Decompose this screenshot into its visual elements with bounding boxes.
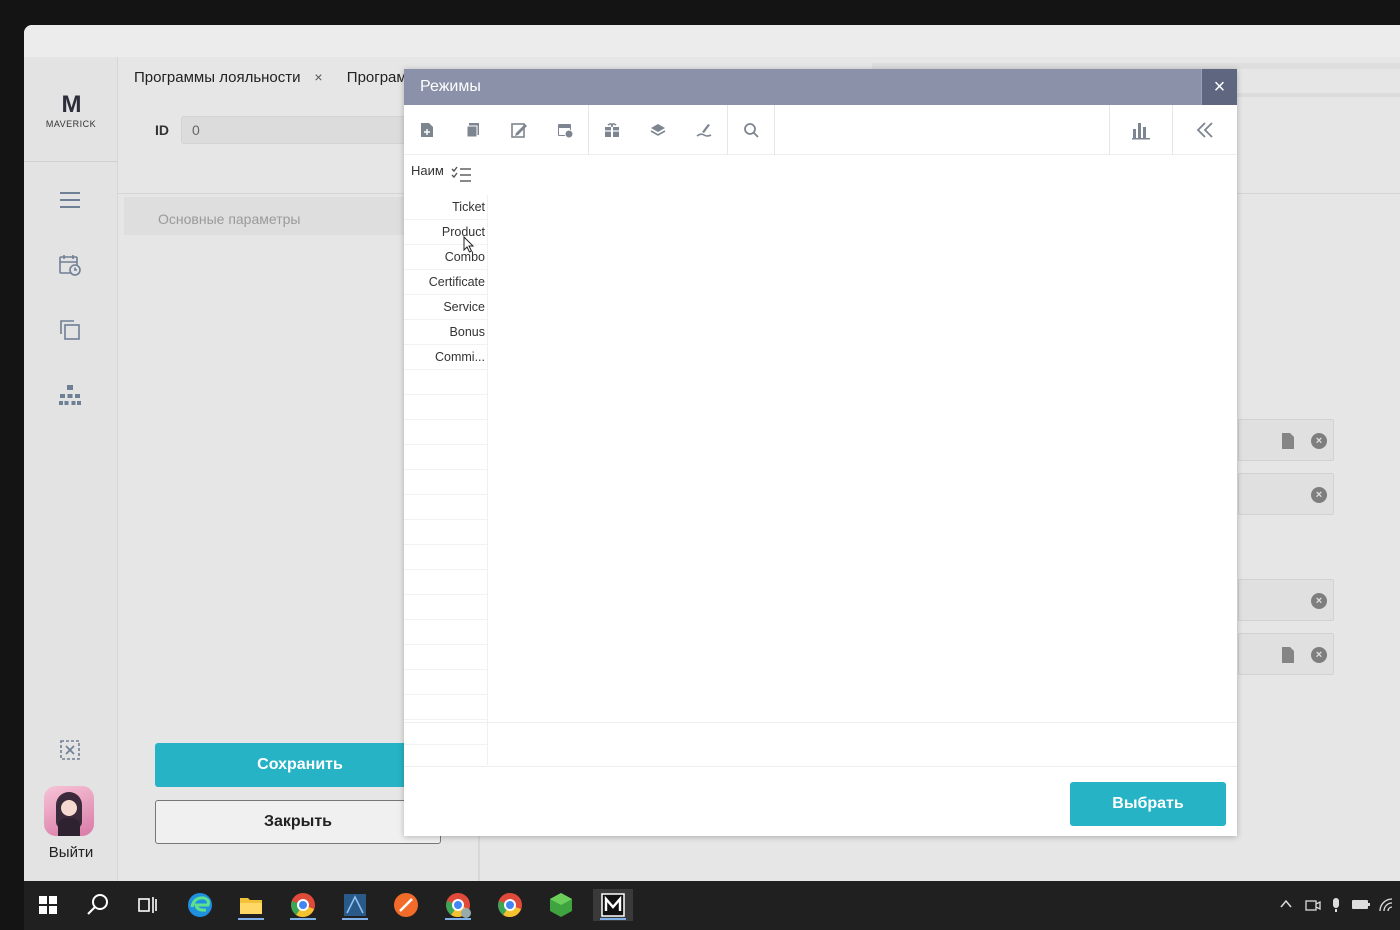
empty-row [404, 370, 487, 395]
empty-row [404, 695, 487, 720]
avatar[interactable] [44, 786, 94, 836]
calendar-settings-icon[interactable] [556, 121, 574, 139]
microphone-icon[interactable] [1329, 897, 1343, 915]
document-icon[interactable] [1281, 646, 1295, 664]
logout-button[interactable]: Выйти [34, 844, 108, 861]
document-icon[interactable] [1281, 432, 1295, 450]
save-button[interactable]: Сохранить [155, 743, 445, 787]
list-item[interactable]: Ticket [404, 195, 487, 220]
divider [1109, 105, 1110, 155]
field-row[interactable]: × [1238, 473, 1334, 515]
search-icon[interactable] [82, 889, 114, 921]
dialog-toolbar [404, 105, 1237, 155]
app-orange-icon[interactable] [390, 889, 422, 921]
empty-row [404, 495, 487, 520]
copy-icon[interactable] [464, 121, 482, 139]
wifi-icon[interactable] [1378, 897, 1394, 915]
maverick-app-icon[interactable] [593, 889, 633, 921]
calendar-clock-icon[interactable] [57, 252, 83, 278]
grid-footer [404, 722, 1237, 767]
app-blueprint-icon[interactable] [339, 889, 371, 921]
empty-row [404, 570, 487, 595]
logo-mark: M [61, 91, 82, 118]
windows-start-icon[interactable] [32, 889, 64, 921]
name-column: Ticket Product Combo Certificate Service… [404, 195, 488, 765]
divider [24, 161, 118, 162]
list-item[interactable]: Certificate [404, 270, 487, 295]
collapse-icon[interactable] [1195, 120, 1215, 140]
bar-chart-icon[interactable] [1130, 119, 1152, 141]
add-icon[interactable] [418, 121, 436, 139]
logo-text: MAVERICK [45, 119, 97, 129]
empty-row [404, 670, 487, 695]
close-icon[interactable]: × [1311, 433, 1327, 449]
empty-row [404, 620, 487, 645]
file-explorer-icon[interactable] [235, 889, 267, 921]
taskbar [24, 881, 1400, 930]
tab-label: Программы лояльности [134, 69, 301, 86]
chrome-profile-icon[interactable] [442, 889, 474, 921]
close-icon[interactable]: × [311, 69, 322, 85]
chrome-icon[interactable] [494, 889, 526, 921]
empty-row [404, 545, 487, 570]
logo: M MAVERICK [34, 91, 108, 130]
empty-row [404, 395, 487, 420]
dialog-title: Режимы [420, 78, 481, 95]
empty-row [404, 420, 487, 445]
app-cube-icon[interactable] [545, 889, 577, 921]
close-icon[interactable]: × [1201, 69, 1237, 105]
mouse-cursor-icon [463, 235, 475, 254]
hierarchy-icon[interactable] [57, 382, 83, 408]
empty-row [404, 445, 487, 470]
divider [1172, 105, 1173, 155]
divider [727, 105, 728, 155]
empty-row [404, 520, 487, 545]
section-main-params[interactable]: Основные параметры [124, 197, 444, 235]
edge-icon[interactable] [184, 889, 216, 921]
battery-icon[interactable] [1351, 897, 1371, 915]
field-row[interactable]: × [1238, 419, 1334, 461]
tab-loyalty-programs[interactable]: Программы лояльности × [134, 69, 333, 86]
checklist-icon[interactable] [451, 166, 473, 182]
close-button[interactable]: Закрыть [155, 800, 441, 844]
chrome-icon[interactable] [287, 889, 319, 921]
empty-row [404, 595, 487, 620]
id-label: ID [155, 122, 169, 138]
clear-selection-icon[interactable] [57, 737, 83, 763]
divider [774, 105, 775, 155]
modes-grid: Наим Ticket Product Combo Certificate Se… [404, 155, 1237, 767]
column-header-name[interactable]: Наим [411, 163, 444, 178]
layers-icon[interactable] [649, 121, 667, 139]
close-icon[interactable]: × [1311, 593, 1327, 609]
close-icon[interactable]: × [1311, 487, 1327, 503]
divider [588, 105, 589, 155]
select-button[interactable]: Выбрать [1070, 782, 1226, 826]
pen-sign-icon[interactable] [695, 121, 713, 139]
list-item[interactable]: Service [404, 295, 487, 320]
search-icon[interactable] [742, 121, 760, 139]
gift-icon[interactable] [603, 121, 621, 139]
task-view-icon[interactable] [131, 889, 163, 921]
chevron-up-icon[interactable] [1279, 897, 1293, 915]
window-titlebar [24, 25, 1400, 57]
id-field[interactable]: 0 [181, 116, 441, 144]
divider [1236, 93, 1400, 97]
list-item[interactable]: Commi... [404, 345, 487, 370]
list-item[interactable]: Bonus [404, 320, 487, 345]
modes-dialog: Режимы × Наим Ticket Product Combo Certi… [404, 69, 1237, 836]
close-icon[interactable]: × [1311, 647, 1327, 663]
meet-now-icon[interactable] [1305, 897, 1321, 915]
menu-icon[interactable] [57, 187, 83, 213]
copy-icon[interactable] [57, 317, 83, 343]
field-row[interactable]: × [1238, 633, 1334, 675]
dialog-header: Режимы × [404, 69, 1237, 105]
sidebar: M MAVERICK Выйти [24, 57, 118, 881]
edit-icon[interactable] [510, 121, 528, 139]
field-row[interactable]: × [1238, 579, 1334, 621]
empty-row [404, 470, 487, 495]
tab-bar: Программы лояльности × Программ [134, 69, 437, 89]
empty-row [404, 645, 487, 670]
